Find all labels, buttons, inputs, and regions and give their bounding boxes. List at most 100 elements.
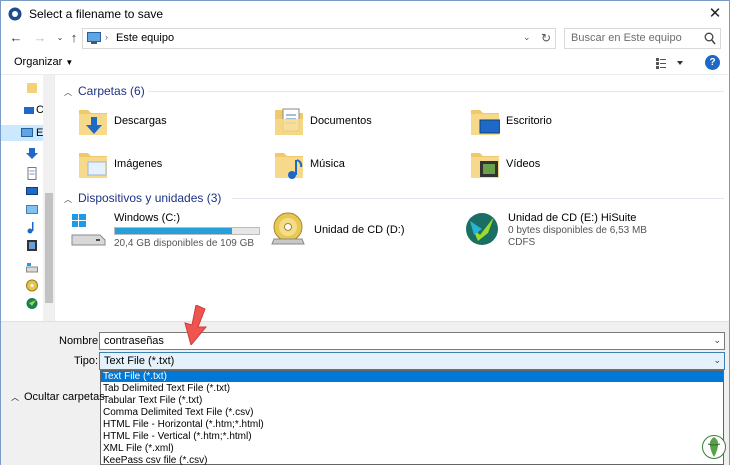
file-type-option[interactable]: Tab Delimited Text File (*.txt) [101, 383, 723, 394]
file-type-value: Text File (*.txt) [104, 355, 175, 367]
drive-item-e[interactable]: Unidad de CD (E:) HiSuite 0 bytes dispon… [464, 211, 704, 251]
file-type-dropdown: Text File (*.txt) Tab Delimited Text Fil… [100, 370, 724, 465]
downloads-folder-icon [79, 110, 107, 135]
file-type-option[interactable]: Tabular Text File (*.txt) [101, 395, 723, 406]
address-bar[interactable]: › Este equipo ⌄ ↻ [82, 28, 556, 49]
sidebar-hisuite-icon[interactable] [26, 297, 38, 310]
folder-item-music[interactable]: Música [274, 148, 454, 184]
folder-item-videos[interactable]: Vídeos [470, 148, 650, 184]
drive-item-d[interactable]: Unidad de CD (D:) [270, 211, 470, 251]
sidebar-drive-c-icon[interactable] [26, 261, 38, 274]
watermark-logo-icon [702, 435, 726, 459]
navigation-bar: ← → ⌄ ↑ › Este equipo ⌄ ↻ Buscar en Este… [1, 27, 729, 51]
chevron-up-icon: ︿ [11, 393, 19, 402]
up-button[interactable]: ↑ [65, 29, 83, 47]
documents-folder-icon [275, 108, 303, 135]
drive-space: 20,4 GB disponibles de 109 GB [114, 238, 255, 249]
chevron-down-icon[interactable]: ⌄ [713, 335, 721, 346]
collapse-chevron-icon[interactable]: ︿ [64, 87, 74, 98]
organize-button[interactable]: Organizar ▼ [14, 56, 73, 68]
collapse-chevron-icon[interactable]: ︿ [64, 194, 74, 205]
sidebar-downloads-icon[interactable] [26, 147, 38, 160]
refresh-icon[interactable]: ↻ [541, 31, 551, 45]
help-icon[interactable]: ? [705, 55, 720, 70]
folder-label: Vídeos [506, 158, 541, 170]
folder-item-pictures[interactable]: Imágenes [78, 148, 258, 184]
file-type-option[interactable]: HTML File - Horizontal (*.htm;*.html) [101, 419, 723, 430]
annotation-arrow-icon [184, 305, 208, 345]
computer-icon [87, 32, 101, 44]
sidebar-documents-icon[interactable] [26, 167, 38, 180]
videos-folder-icon [471, 153, 499, 178]
drive-name: Unidad de CD (D:) [314, 224, 405, 236]
save-dialog: Select a filename to save ✕ ← → ⌄ ↑ › Es… [0, 0, 730, 465]
folder-label: Descargas [114, 115, 167, 127]
folder-item-downloads[interactable]: Descargas [78, 105, 258, 141]
search-icon[interactable] [704, 32, 716, 45]
search-input[interactable]: Buscar en Este equipo [564, 28, 721, 49]
save-panel: Nombre: contraseñas ⌄ Tipo: Text File (*… [1, 321, 729, 465]
search-placeholder: Buscar en Este equipo [571, 32, 682, 44]
drive-usage-bar [114, 227, 260, 235]
drive-name: Unidad de CD (E:) HiSuite [508, 212, 637, 224]
window-title: Select a filename to save [29, 7, 164, 21]
file-type-option[interactable]: Comma Delimited Text File (*.csv) [101, 407, 723, 418]
devices-group-header[interactable]: ︿ Dispositivos y unidades (3) [64, 191, 724, 205]
desktop-folder-icon [471, 110, 500, 135]
forward-button[interactable]: → [31, 29, 49, 47]
address-dropdown-icon[interactable]: ⌄ [523, 32, 531, 43]
hide-folders-button[interactable]: ︿ Ocultar carpetas [11, 391, 105, 403]
back-button[interactable]: ← [7, 29, 25, 47]
file-list: ︿ Carpetas (6) Descargas Documentos Escr… [56, 75, 729, 321]
drive-filesystem: CDFS [508, 237, 536, 248]
sidebar-pictures-icon[interactable] [26, 203, 38, 216]
file-type-option[interactable]: Text File (*.txt) [101, 371, 723, 382]
pictures-folder-icon [79, 153, 107, 178]
folder-label: Documentos [310, 115, 372, 127]
file-type-option[interactable]: KeePass csv file (*.csv) [101, 455, 723, 465]
drive-item-c[interactable]: Windows (C:) 20,4 GB disponibles de 109 … [70, 211, 270, 251]
sidebar-cd-drive-icon[interactable] [26, 279, 38, 292]
folder-item-desktop[interactable]: Escritorio [470, 105, 650, 141]
hisuite-drive-icon [466, 213, 498, 245]
folder-label: Música [310, 158, 345, 170]
scrollbar-thumb[interactable] [45, 193, 53, 303]
drive-name: Windows (C:) [114, 212, 181, 224]
chevron-down-icon[interactable]: ⌄ [713, 355, 721, 366]
sidebar-onedrive-icon[interactable] [23, 104, 35, 117]
folder-label: Imágenes [114, 158, 163, 170]
view-options-icon[interactable] [655, 56, 683, 70]
type-label: Tipo: [74, 355, 99, 367]
breadcrumb-current[interactable]: Este equipo [116, 32, 174, 44]
drive-usage-fill [115, 228, 232, 234]
music-folder-icon [275, 153, 303, 179]
folder-label: Escritorio [506, 115, 552, 127]
sidebar-computer-icon[interactable] [21, 127, 33, 140]
navigation-pane: C E [1, 75, 55, 321]
drive-space: 0 bytes disponibles de 6,53 MB [508, 225, 647, 236]
sidebar-videos-icon[interactable] [26, 239, 38, 252]
file-type-option[interactable]: XML File (*.xml) [101, 443, 723, 454]
sidebar-folder-icon[interactable] [26, 81, 38, 94]
windows-drive-icon [71, 214, 106, 246]
title-bar: Select a filename to save ✕ [1, 1, 729, 27]
breadcrumb-chevron-icon[interactable]: › [105, 32, 108, 42]
folders-group-title: Carpetas (6) [78, 84, 145, 98]
devices-group-title: Dispositivos y unidades (3) [78, 191, 222, 205]
name-label: Nombre: [59, 335, 102, 347]
sidebar-scrollbar[interactable] [43, 75, 54, 321]
app-icon [8, 7, 22, 21]
sidebar-desktop-icon[interactable] [26, 185, 38, 198]
cd-drive-icon [271, 212, 305, 245]
close-button[interactable]: ✕ [701, 1, 729, 27]
hide-folders-label: Ocultar carpetas [24, 391, 105, 403]
sidebar-music-icon[interactable] [26, 221, 38, 234]
file-type-option[interactable]: HTML File - Vertical (*.htm;*.html) [101, 431, 723, 442]
filename-value[interactable]: contraseñas [104, 335, 164, 347]
folders-group-header[interactable]: ︿ Carpetas (6) [64, 84, 724, 98]
organize-label: Organizar [14, 56, 63, 68]
group-divider [148, 91, 724, 92]
folder-item-documents[interactable]: Documentos [274, 105, 454, 141]
file-type-select[interactable]: Text File (*.txt) ⌄ [99, 352, 725, 370]
command-bar: Organizar ▼ ? [1, 51, 729, 75]
